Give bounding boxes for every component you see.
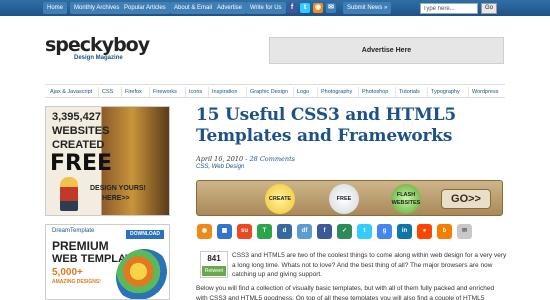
- nav-popular-articles[interactable]: Popular Articles: [120, 2, 170, 14]
- article-comments-link[interactable]: 28 Comments: [249, 155, 295, 163]
- rss-icon[interactable]: ◉: [313, 3, 323, 13]
- linkedin-icon[interactable]: in: [397, 224, 412, 239]
- delicious-icon[interactable]: ▦: [217, 224, 232, 239]
- nav-home[interactable]: Home: [43, 2, 68, 14]
- search-go-button[interactable]: Go: [481, 3, 497, 14]
- top-navigation-bar: Home Monthly Archives Popular Articles A…: [0, 0, 550, 16]
- ad-line-created: CREATED: [52, 139, 105, 151]
- stumbleupon-icon[interactable]: su: [237, 224, 252, 239]
- newsvine-icon[interactable]: ✓: [337, 224, 352, 239]
- category-photography[interactable]: Photography: [317, 87, 355, 97]
- nav-monthly-archives[interactable]: Monthly Archives: [70, 2, 124, 14]
- article-title[interactable]: 15 Useful CSS3 and HTML5 Templates and F…: [196, 105, 516, 147]
- nav-about-email[interactable]: About & Email: [170, 2, 217, 14]
- advertise-here-box[interactable]: Advertise Here: [269, 37, 504, 64]
- email-icon[interactable]: ✉: [326, 3, 336, 13]
- category-photoshop[interactable]: Photoshop: [358, 87, 391, 97]
- email-icon[interactable]: ✉: [457, 224, 472, 239]
- category-graphic-design[interactable]: Graphic Design: [246, 87, 291, 97]
- nav-advertise[interactable]: Advertise: [213, 2, 247, 14]
- ad-brand-dreamtemplate: DreamTemplate: [52, 228, 95, 234]
- banner-flash-websites-badge: FLASH WEBSITES: [391, 184, 421, 214]
- google-icon[interactable]: g: [377, 224, 392, 239]
- retweet-count: 841: [207, 254, 221, 263]
- nav-submit-news[interactable]: Submit News »: [343, 2, 392, 14]
- twitter-icon[interactable]: t: [300, 3, 310, 13]
- ad-line-premium: PREMIUM: [52, 239, 109, 253]
- article-meta: April 16, 2010 - 28 Comments: [196, 155, 295, 163]
- article-date: April 16, 2010 -: [196, 155, 248, 163]
- category-typography[interactable]: Typography: [427, 87, 463, 97]
- article-paragraph-1: CSS3 and HTML5 are two of the coolest th…: [232, 252, 507, 278]
- banner-create-badge: CREATE: [265, 184, 295, 214]
- nav-write-for-us[interactable]: Write for Us: [246, 2, 286, 14]
- site-tagline: Design Magazine: [74, 55, 123, 61]
- ad-line-websites: WEBSITES: [52, 125, 110, 137]
- category-tutorials[interactable]: Tutorials: [395, 87, 423, 97]
- site-logo[interactable]: speckyboy: [45, 34, 150, 56]
- banner-go-button[interactable]: GO>>: [441, 189, 491, 209]
- facebook-icon[interactable]: f: [287, 3, 297, 13]
- flash-websites-banner[interactable]: CREATE FREE FLASH WEBSITES GO>>: [196, 180, 503, 216]
- social-share-bar: ◉ ▦ su T d df f ✓ t g in ● b ✉: [196, 224, 506, 240]
- ad-line-free: FREE: [50, 151, 113, 176]
- category-icons[interactable]: Icons: [185, 87, 205, 97]
- category-logo[interactable]: Logo: [293, 87, 312, 97]
- ad-websites-count: 3,395,427: [52, 111, 101, 123]
- digg-icon[interactable]: d: [277, 224, 292, 239]
- search-input[interactable]: [420, 3, 478, 14]
- rss-icon[interactable]: ◉: [197, 224, 212, 239]
- ad-template-count: 5,000+: [52, 267, 83, 278]
- designfloat-icon[interactable]: df: [297, 224, 312, 239]
- reddit-icon[interactable]: ●: [417, 224, 432, 239]
- twitter-icon[interactable]: t: [357, 224, 372, 239]
- ad-cta-here: HERE>>: [102, 195, 130, 202]
- sidebar-ad-websites-free[interactable]: 3,395,427 WEBSITES CREATED FREE DESIGN Y…: [45, 106, 170, 216]
- retweet-button[interactable]: Retweet: [202, 266, 226, 276]
- facebook-icon[interactable]: f: [317, 224, 332, 239]
- category-wordpress[interactable]: Wordpress: [468, 87, 502, 97]
- technorati-icon[interactable]: T: [257, 224, 272, 239]
- category-navigation: Ajax & Javascript CSS Firefox Fireworks …: [45, 84, 505, 98]
- sidebar-ad-dreamtemplate[interactable]: DreamTemplate DOWNLOAD PREMIUM WEB TEMPL…: [45, 224, 170, 300]
- category-css[interactable]: CSS: [98, 87, 116, 97]
- category-inspiration[interactable]: Inspiration: [208, 87, 240, 97]
- ad-cta-design-yours: DESIGN YOURS!: [90, 185, 146, 192]
- ad-download-button[interactable]: DOWNLOAD: [126, 230, 164, 239]
- ad-swirl-graphic: [116, 249, 169, 299]
- article-categories[interactable]: CSS, Web Design: [196, 164, 244, 170]
- article-paragraph-2: Below you will find a collection of visu…: [196, 285, 495, 300]
- ad-line-amazing-designs: AMAZING DESIGNS!: [52, 279, 101, 285]
- banner-free-badge: FREE: [329, 184, 359, 214]
- ad-person-illustration: [60, 177, 78, 211]
- category-ajax-javascript[interactable]: Ajax & Javascript: [47, 87, 95, 97]
- category-fireworks[interactable]: Fireworks: [149, 87, 180, 97]
- blogger-icon[interactable]: b: [437, 224, 452, 239]
- category-firefox[interactable]: Firefox: [121, 87, 145, 97]
- retweet-widget[interactable]: 841 Retweet: [200, 251, 228, 278]
